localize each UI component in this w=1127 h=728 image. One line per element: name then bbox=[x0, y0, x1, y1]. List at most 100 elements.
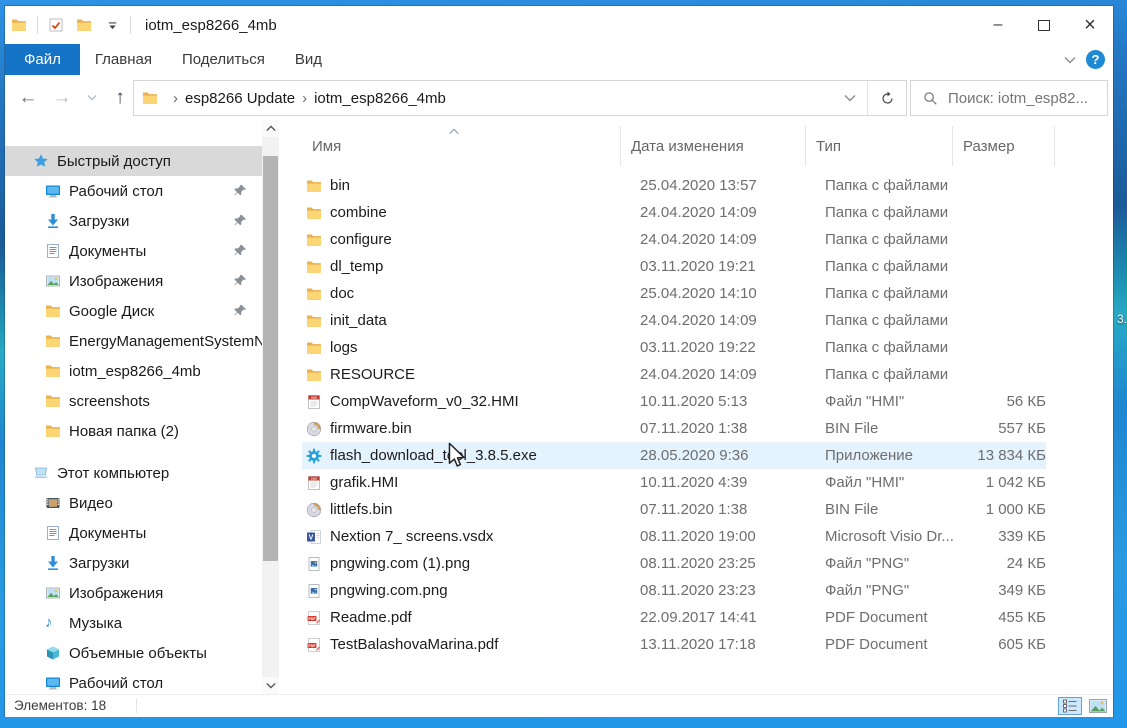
sidebar-item-iotm-esp8266-4mb[interactable]: iotm_esp8266_4mb bbox=[5, 356, 262, 386]
details-view-button[interactable] bbox=[1058, 697, 1082, 715]
file-type: Папка с файлами bbox=[815, 366, 962, 383]
file-date: 24.04.2020 14:09 bbox=[630, 312, 815, 329]
breadcrumb-chevron-icon: › bbox=[173, 90, 178, 107]
up-button[interactable]: ↑ bbox=[105, 75, 135, 120]
file-name: dl_temp bbox=[330, 258, 383, 275]
file-name-cell: RESOURCE bbox=[302, 366, 630, 383]
column-header-date[interactable]: Дата изменения bbox=[620, 126, 805, 166]
sidebar-item-desktop-pc[interactable]: Рабочий стол bbox=[5, 668, 262, 694]
sidebar-item-new-folder-2[interactable]: Новая папка (2) bbox=[5, 416, 262, 446]
gear-icon bbox=[306, 448, 322, 464]
maximize-button[interactable] bbox=[1021, 6, 1067, 44]
file-name-cell: combine bbox=[302, 204, 630, 221]
folder-icon bbox=[45, 393, 61, 409]
file-date: 25.04.2020 13:57 bbox=[630, 177, 815, 194]
file-row[interactable]: configure24.04.2020 14:09Папка с файлами bbox=[302, 226, 1046, 253]
file-row[interactable]: doc25.04.2020 14:10Папка с файлами bbox=[302, 280, 1046, 307]
file-name-cell: dl_temp bbox=[302, 258, 630, 275]
statusbar-separator bbox=[136, 699, 137, 713]
column-header-name[interactable]: Имя bbox=[290, 126, 620, 166]
file-name-cell: pngwing.com (1).png bbox=[302, 555, 630, 572]
file-row[interactable]: RESOURCE24.04.2020 14:09Папка с файлами bbox=[302, 361, 1046, 388]
svg-text:HMI: HMI bbox=[311, 476, 317, 480]
sidebar-item-downloads-pc[interactable]: Загрузки bbox=[5, 548, 262, 578]
svg-text:V: V bbox=[309, 534, 314, 541]
minimize-button[interactable]: – bbox=[975, 6, 1021, 44]
qat-properties-check-icon[interactable] bbox=[47, 16, 65, 34]
sidebar-item-screenshots[interactable]: screenshots bbox=[5, 386, 262, 416]
sidebar-item-pictures-pc[interactable]: Изображения bbox=[5, 578, 262, 608]
sidebar-section-label: Быстрый доступ bbox=[57, 153, 171, 170]
file-row[interactable]: pngwing.com.png08.11.2020 23:23Файл "PNG… bbox=[302, 577, 1046, 604]
file-row[interactable]: logs03.11.2020 19:22Папка с файлами bbox=[302, 334, 1046, 361]
scroll-thumb[interactable] bbox=[263, 156, 278, 561]
file-row[interactable]: firmware.bin07.11.2020 1:38BIN File557 К… bbox=[302, 415, 1046, 442]
sidebar-section-this-pc[interactable]: Этот компьютер bbox=[5, 458, 262, 488]
recent-locations-chevron-icon[interactable] bbox=[81, 75, 103, 120]
breadcrumb-item[interactable]: iotm_esp8266_4mb bbox=[314, 90, 446, 107]
file-row[interactable]: flash_download_tool_3.8.5.exe28.05.2020 … bbox=[302, 442, 1046, 469]
documents-icon bbox=[45, 525, 61, 541]
breadcrumb-folder-icon bbox=[142, 90, 158, 106]
tab-share[interactable]: Поделиться bbox=[167, 44, 280, 75]
close-button[interactable]: × bbox=[1067, 6, 1113, 44]
file-row[interactable]: PDFReadme.pdf22.09.2017 14:41PDF Documen… bbox=[302, 604, 1046, 631]
png-icon bbox=[306, 583, 322, 599]
items-count-label: Элементов: 18 bbox=[14, 698, 106, 713]
thumbnails-view-button[interactable] bbox=[1086, 697, 1110, 715]
qat-new-folder-icon[interactable] bbox=[75, 16, 93, 34]
sidebar-item-google-disk[interactable]: Google Диск bbox=[5, 296, 262, 326]
sidebar-item-music[interactable]: ♪Музыка bbox=[5, 608, 262, 638]
file-name-cell: HMICompWaveform_v0_32.HMI bbox=[302, 393, 630, 410]
file-row[interactable]: bin25.04.2020 13:57Папка с файлами bbox=[302, 172, 1046, 199]
scroll-down-button[interactable] bbox=[262, 677, 279, 694]
address-dropdown-button[interactable] bbox=[833, 81, 867, 115]
forward-button[interactable]: → bbox=[47, 75, 77, 120]
file-row[interactable]: HMICompWaveform_v0_32.HMI10.11.2020 5:13… bbox=[302, 388, 1046, 415]
titlebar-separator bbox=[130, 16, 131, 34]
sidebar-item-videos[interactable]: Видео bbox=[5, 488, 262, 518]
sidebar-item-label: Загрузки bbox=[69, 555, 129, 572]
pin-icon bbox=[233, 213, 248, 228]
refresh-button[interactable] bbox=[867, 81, 906, 115]
file-row[interactable]: HMIgrafik.HMI10.11.2020 4:39Файл "HMI"1 … bbox=[302, 469, 1046, 496]
file-type: Файл "PNG" bbox=[815, 555, 962, 572]
address-bar[interactable]: ›esp8266 Update›iotm_esp8266_4mb bbox=[133, 80, 907, 116]
file-name: logs bbox=[330, 339, 358, 356]
tab-file[interactable]: Файл bbox=[5, 44, 80, 75]
file-name-cell: PDFReadme.pdf bbox=[302, 609, 630, 626]
file-name-cell: flash_download_tool_3.8.5.exe bbox=[302, 447, 630, 464]
file-name: littlefs.bin bbox=[330, 501, 393, 518]
tab-view[interactable]: Вид bbox=[280, 44, 337, 75]
back-button[interactable]: ← bbox=[13, 75, 43, 120]
sidebar-item-objects-3d[interactable]: Объемные объекты bbox=[5, 638, 262, 668]
breadcrumb-item[interactable]: esp8266 Update bbox=[185, 90, 295, 107]
sidebar-item-documents[interactable]: Документы bbox=[5, 236, 262, 266]
titlebar-separator bbox=[37, 16, 38, 34]
sidebar-item-downloads[interactable]: Загрузки bbox=[5, 206, 262, 236]
column-header-type[interactable]: Тип bbox=[805, 126, 952, 166]
file-name-cell: littlefs.bin bbox=[302, 501, 630, 518]
file-row[interactable]: littlefs.bin07.11.2020 1:38BIN File1 000… bbox=[302, 496, 1046, 523]
folder-icon bbox=[306, 259, 322, 275]
file-row[interactable]: dl_temp03.11.2020 19:21Папка с файлами bbox=[302, 253, 1046, 280]
file-row[interactable]: PDFTestBalashovaMarina.pdf13.11.2020 17:… bbox=[302, 631, 1046, 658]
file-row[interactable]: pngwing.com (1).png08.11.2020 23:25Файл … bbox=[302, 550, 1046, 577]
scroll-up-button[interactable] bbox=[262, 120, 279, 137]
file-row[interactable]: VNextion 7_ screens.vsdx08.11.2020 19:00… bbox=[302, 523, 1046, 550]
tab-home[interactable]: Главная bbox=[80, 44, 167, 75]
sidebar-section-quick-access[interactable]: Быстрый доступ bbox=[5, 146, 262, 176]
sidebar-item-pictures[interactable]: Изображения bbox=[5, 266, 262, 296]
sidebar-item-documents-pc[interactable]: Документы bbox=[5, 518, 262, 548]
file-name: TestBalashovaMarina.pdf bbox=[330, 636, 498, 653]
file-row[interactable]: init_data24.04.2020 14:09Папка с файлами bbox=[302, 307, 1046, 334]
qat-customize-icon[interactable] bbox=[103, 16, 121, 34]
column-header-size[interactable]: Размер bbox=[952, 126, 1055, 166]
sidebar-item-energy-management[interactable]: EnergyManagementSystemN bbox=[5, 326, 262, 356]
search-input[interactable] bbox=[946, 89, 1107, 108]
sidebar-scrollbar[interactable] bbox=[262, 120, 279, 694]
file-row[interactable]: combine24.04.2020 14:09Папка с файлами bbox=[302, 199, 1046, 226]
help-button[interactable]: ? bbox=[1086, 50, 1105, 69]
sidebar-item-desktop[interactable]: Рабочий стол bbox=[5, 176, 262, 206]
ribbon-expand-chevron-icon[interactable] bbox=[1064, 56, 1076, 64]
